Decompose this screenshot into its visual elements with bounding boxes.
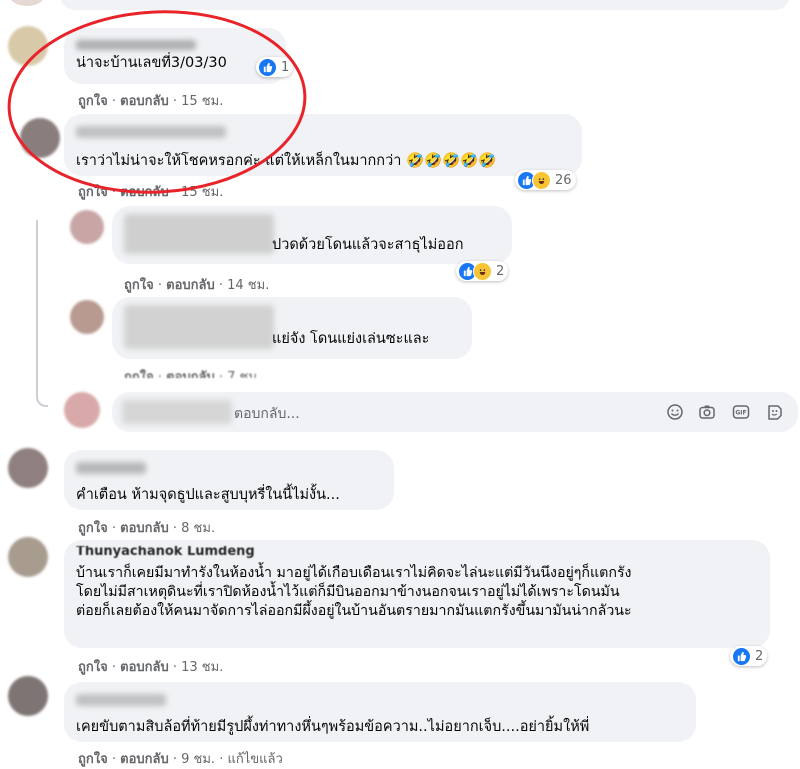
timestamp[interactable]: 15 ชม. [181, 94, 223, 109]
top-partial-bubble [60, 0, 790, 10]
comment-text: เราว่าไม่น่าจะให้โชคหรอกค่ะ แต่ให้เหล็กใ… [76, 153, 497, 169]
blurred-author [124, 305, 274, 349]
gif-icon[interactable]: GIF [732, 403, 750, 421]
comment-author[interactable]: Thunyachanok Lumdeng [76, 546, 758, 558]
comment-text: ปวดด้วยโดนแล้วจะสาธุไม่ออก [272, 237, 464, 253]
reply-link[interactable]: ตอบกลับ [120, 521, 169, 536]
like-link[interactable]: ถูกใจ [124, 370, 154, 378]
blurred-mention [122, 400, 232, 424]
comment-text: เคยขับตามสิบล้อที่ท้ายมีรูปผึ้งท่าทางหึ่… [76, 719, 590, 735]
like-icon [258, 57, 277, 77]
reply-link[interactable]: ตอบกลับ [166, 278, 215, 293]
avatar[interactable] [8, 26, 48, 66]
comment-actions: ถูกใจ · ตอบกลับ · 8 ชม. [78, 521, 216, 536]
haha-icon [473, 261, 492, 281]
sticker-icon[interactable] [766, 403, 784, 421]
reply-link[interactable]: ตอบกลับ [120, 660, 169, 675]
haha-icon [532, 170, 551, 190]
comment-actions: ถูกใจ · ตอบกลับ · 15 ชม. [78, 94, 224, 109]
comment-actions: ถูกใจ · ตอบกลับ · 15 ชม. [78, 185, 224, 200]
reply-link[interactable]: ตอบกลับ [120, 752, 169, 767]
thread-line [36, 220, 48, 407]
comment-bubble: ปวดด้วยโดนแล้วจะสาธุไม่ออก [112, 206, 512, 264]
reply-link[interactable]: ตอบกลับ [166, 370, 215, 378]
like-icon [732, 646, 751, 666]
reaction-summary[interactable]: 2 [456, 261, 509, 281]
comment-text: บ้านเราก็เคยมีมาทำรังในห้องน้ำ มาอยู่ได้… [76, 565, 632, 619]
comment-author[interactable] [76, 126, 226, 138]
comment-author[interactable] [76, 462, 146, 474]
comment-bubble: แย่จัง โดนแย่งเล่นซะและ [112, 297, 472, 359]
my-avatar[interactable] [64, 392, 100, 428]
comment-text: น่าจะบ้านเลขที่3/03/30 [76, 55, 227, 71]
timestamp[interactable]: 14 ชม. [227, 278, 269, 293]
avatar[interactable] [70, 300, 104, 334]
avatar[interactable] [8, 0, 46, 6]
avatar[interactable] [8, 676, 48, 716]
like-link[interactable]: ถูกใจ [78, 752, 108, 767]
comment-author[interactable] [76, 694, 166, 706]
like-link[interactable]: ถูกใจ [124, 278, 154, 293]
comment-author[interactable] [76, 40, 196, 50]
timestamp[interactable]: 8 ชม. [181, 521, 215, 536]
edited-label: แก้ไขแล้ว [227, 752, 283, 767]
avatar[interactable] [20, 118, 60, 158]
avatar[interactable] [8, 448, 48, 488]
like-link[interactable]: ถูกใจ [78, 660, 108, 675]
avatar[interactable] [8, 537, 48, 577]
comment-actions: ถูกใจ · ตอบกลับ · 14 ชม. [124, 278, 270, 293]
timestamp[interactable]: 13 ชม. [181, 660, 223, 675]
comment-actions: ถูกใจ · ตอบกลับ · 7 ชม. [124, 366, 261, 378]
like-link[interactable]: ถูกใจ [78, 185, 108, 200]
reply-placeholder: ตอบกลับ... [234, 406, 300, 422]
like-link[interactable]: ถูกใจ [78, 94, 108, 109]
reaction-summary[interactable]: 1 [256, 57, 294, 77]
comment-text: คำเตือน ห้ามจุดธูปและสูบบุหรี่ในนี้ไม่งั… [76, 487, 340, 503]
avatar[interactable] [70, 210, 104, 244]
timestamp[interactable]: 9 ชม. [181, 752, 215, 767]
reply-link[interactable]: ตอบกลับ [120, 185, 169, 200]
svg-text:GIF: GIF [735, 410, 746, 417]
comment-bubble: คำเตือน ห้ามจุดธูปและสูบบุหรี่ในนี้ไม่งั… [64, 450, 394, 510]
comment-bubble: เราว่าไม่น่าจะให้โชคหรอกค่ะ แต่ให้เหล็กใ… [64, 114, 582, 176]
emoji-icon[interactable] [666, 403, 684, 421]
reply-input[interactable]: ตอบกลับ... GIF [112, 392, 798, 432]
camera-icon[interactable] [698, 403, 716, 421]
like-link[interactable]: ถูกใจ [78, 521, 108, 536]
reaction-summary[interactable]: 26 [515, 170, 576, 190]
timestamp[interactable]: 7 ชม. [227, 370, 261, 378]
comment-bubble: น่าจะบ้านเลขที่3/03/30 [64, 28, 286, 84]
blurred-author [124, 214, 274, 254]
reply-link[interactable]: ตอบกลับ [120, 94, 169, 109]
reaction-summary[interactable]: 2 [730, 646, 768, 666]
comment-bubble: เคยขับตามสิบล้อที่ท้ายมีรูปผึ้งท่าทางหึ่… [64, 682, 696, 742]
comment-actions: ถูกใจ · ตอบกลับ · 13 ชม. [78, 660, 224, 675]
comment-text: แย่จัง โดนแย่งเล่นซะและ [272, 331, 430, 347]
comment-bubble: Thunyachanok Lumdeng บ้านเราก็เคยมีมาทำร… [64, 540, 770, 648]
timestamp[interactable]: 15 ชม. [181, 185, 223, 200]
